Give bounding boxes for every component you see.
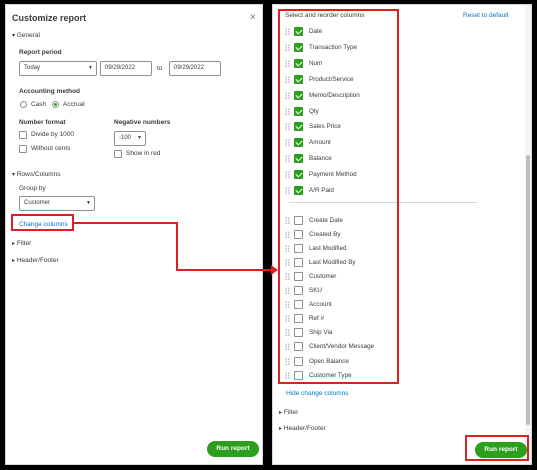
caret-right-icon: ▸ — [279, 426, 283, 432]
filter-label: Filter — [16, 240, 32, 247]
annotation-box-change-columns — [11, 214, 74, 231]
date-to-field[interactable]: 09/29/2022 — [169, 61, 221, 76]
number-format-label: Number format — [19, 119, 66, 126]
reset-to-default-link[interactable]: Reset to default — [463, 12, 509, 20]
caret-right-icon: ▸ — [12, 241, 16, 247]
close-icon[interactable]: × — [250, 13, 256, 23]
arrow-right-icon — [271, 265, 278, 275]
panel-title: Customize report — [12, 13, 87, 23]
negative-numbers-label: Negative numbers — [114, 119, 171, 126]
customize-report-panel: Customize report × ▾ General Report peri… — [5, 4, 263, 465]
negative-numbers-select[interactable]: -100 ▼ — [114, 131, 146, 146]
annotation-box-columns-list — [278, 9, 399, 384]
without-cents-label: Without cents — [31, 145, 71, 152]
accrual-radio[interactable] — [52, 101, 59, 108]
to-label: to — [157, 65, 163, 72]
date-from-field[interactable]: 09/29/2022 — [100, 61, 152, 76]
general-section-toggle[interactable]: ▾ General — [12, 32, 40, 40]
show-in-red-label: Show in red — [126, 150, 161, 157]
run-report-button[interactable]: Run report — [207, 441, 259, 457]
show-in-red-checkbox[interactable] — [114, 150, 122, 158]
caret-right-icon: ▸ — [12, 258, 16, 264]
chevron-down-icon: ▼ — [86, 200, 91, 206]
rows-columns-section-toggle[interactable]: ▾ Rows/Columns — [12, 171, 61, 179]
cash-radio[interactable] — [20, 101, 27, 108]
without-cents-checkbox[interactable] — [19, 145, 27, 153]
group-by-value: Customer — [24, 200, 51, 206]
filter-section-toggle[interactable]: ▸ Filter — [12, 240, 31, 248]
divide-by-1000-checkbox[interactable] — [19, 131, 27, 139]
caret-down-icon: ▾ — [12, 172, 16, 178]
scrollbar-thumb[interactable] — [526, 155, 530, 425]
annotation-line — [74, 222, 178, 224]
filter-label: Filter — [283, 409, 299, 416]
report-period-label: Report period — [19, 49, 62, 56]
general-label: General — [16, 32, 40, 39]
header-footer-label: Header/Footer — [16, 257, 59, 264]
rows-columns-label: Rows/Columns — [16, 171, 61, 178]
date-to-value: 09/29/2022 — [174, 65, 205, 71]
cash-label: Cash — [31, 101, 47, 108]
filter-section-toggle[interactable]: ▸ Filter — [279, 409, 298, 417]
header-footer-label: Header/Footer — [283, 425, 326, 432]
divide-label: Divide by 1000 — [31, 131, 74, 138]
chevron-down-icon: ▼ — [88, 65, 93, 71]
annotation-box-run-report — [465, 435, 529, 461]
chevron-down-icon: ▼ — [137, 135, 142, 141]
annotation-line — [176, 222, 178, 271]
accrual-label: Accrual — [63, 101, 85, 108]
caret-right-icon: ▸ — [279, 410, 283, 416]
caret-down-icon: ▾ — [12, 33, 16, 39]
group-by-label: Group by — [19, 185, 46, 192]
report-period-select[interactable]: Today ▼ — [19, 61, 97, 76]
header-footer-section-toggle[interactable]: ▸ Header/Footer — [279, 425, 326, 433]
report-period-value: Today — [24, 65, 41, 71]
accounting-method-label: Accounting method — [19, 88, 81, 95]
hide-change-columns-link[interactable]: Hide change columns — [286, 390, 349, 398]
negative-value: -100 — [119, 135, 132, 141]
group-by-select[interactable]: Customer ▼ — [19, 196, 95, 211]
annotation-line — [176, 269, 272, 271]
date-from-value: 09/29/2022 — [105, 65, 136, 71]
header-footer-section-toggle[interactable]: ▸ Header/Footer — [12, 257, 59, 265]
